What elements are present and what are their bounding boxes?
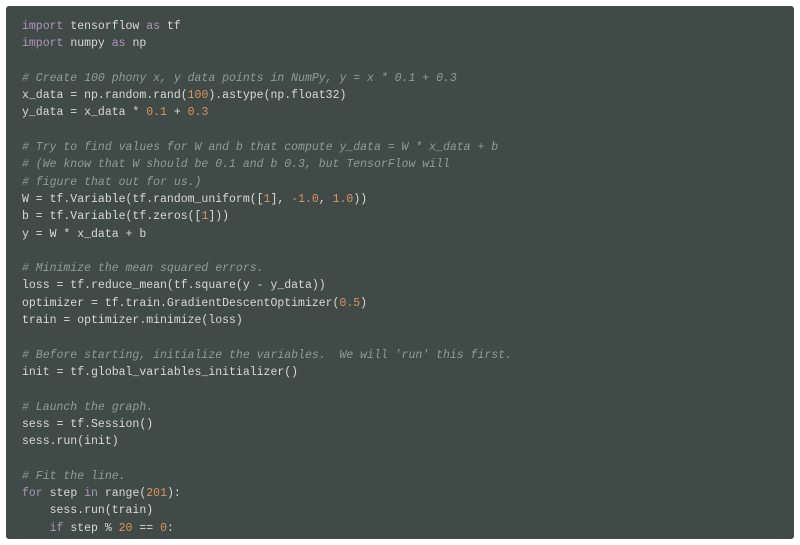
token-pn bbox=[22, 522, 50, 535]
comment: # Before starting, initialize the variab… bbox=[22, 349, 512, 362]
token-num: 201 bbox=[146, 487, 167, 500]
token-num: 0.3 bbox=[188, 106, 209, 119]
token-num: 100 bbox=[188, 89, 209, 102]
token-pn: )) bbox=[353, 193, 367, 206]
token-pn: loss = tf.reduce_mean(tf.square(y - y_da… bbox=[22, 279, 326, 292]
token-pn: np bbox=[126, 37, 147, 50]
token-kw: import bbox=[22, 20, 63, 33]
token-num: 20 bbox=[119, 522, 133, 535]
code-line: # Before starting, initialize the variab… bbox=[22, 347, 778, 364]
code-line bbox=[22, 450, 778, 467]
code-line: optimizer = tf.train.GradientDescentOpti… bbox=[22, 295, 778, 312]
code-line: # Minimize the mean squared errors. bbox=[22, 260, 778, 277]
token-pn: init = tf.global_variables_initializer() bbox=[22, 366, 298, 379]
code-line: # Fit the line. bbox=[22, 468, 778, 485]
token-pn: ])) bbox=[208, 210, 229, 223]
code-line bbox=[22, 381, 778, 398]
token-pn: : bbox=[167, 522, 174, 535]
code-line: y = W * x_data + b bbox=[22, 226, 778, 243]
code-line: if step % 20 == 0: bbox=[22, 520, 778, 537]
token-num: 0 bbox=[160, 522, 167, 535]
code-line bbox=[22, 329, 778, 346]
code-line: import tensorflow as tf bbox=[22, 18, 778, 35]
token-pn: y = W * x_data + b bbox=[22, 228, 146, 241]
code-block: import tensorflow as tfimport numpy as n… bbox=[6, 6, 794, 539]
token-pn: W = tf.Variable(tf.random_uniform([ bbox=[22, 193, 264, 206]
token-pn: ) bbox=[360, 297, 367, 310]
token-pn: + bbox=[167, 106, 188, 119]
token-pn: tensorflow bbox=[63, 20, 146, 33]
token-pn: ): bbox=[167, 487, 181, 500]
code-line: # Try to find values for W and b that co… bbox=[22, 139, 778, 156]
comment: # Launch the graph. bbox=[22, 401, 153, 414]
code-line: train = optimizer.minimize(loss) bbox=[22, 312, 778, 329]
code-line: sess.run(init) bbox=[22, 433, 778, 450]
token-kw: as bbox=[146, 20, 160, 33]
code-line: print(step, sess.run(W), sess.run(b)) bbox=[22, 537, 778, 539]
code-line: sess = tf.Session() bbox=[22, 416, 778, 433]
comment: # figure that out for us.) bbox=[22, 176, 201, 189]
comment: # Try to find values for W and b that co… bbox=[22, 141, 498, 154]
code-line bbox=[22, 53, 778, 70]
token-num: 0.1 bbox=[146, 106, 167, 119]
token-pn: x_data = np.random.rand( bbox=[22, 89, 188, 102]
code-line: for step in range(201): bbox=[22, 485, 778, 502]
token-kw: in bbox=[84, 487, 98, 500]
token-kw: for bbox=[22, 487, 43, 500]
code-line: init = tf.global_variables_initializer() bbox=[22, 364, 778, 381]
token-num: 1.0 bbox=[333, 193, 354, 206]
token-pn: train = optimizer.minimize(loss) bbox=[22, 314, 243, 327]
code-line: b = tf.Variable(tf.zeros([1])) bbox=[22, 208, 778, 225]
token-pn: sess.run(init) bbox=[22, 435, 119, 448]
token-pn: numpy bbox=[63, 37, 111, 50]
code-line: loss = tf.reduce_mean(tf.square(y - y_da… bbox=[22, 277, 778, 294]
token-pn: ], bbox=[270, 193, 291, 206]
token-pn: step % bbox=[63, 522, 118, 535]
token-pn: == bbox=[132, 522, 160, 535]
token-pn: sess.run(train) bbox=[22, 504, 153, 517]
comment: # (We know that W should be 0.1 and b 0.… bbox=[22, 158, 450, 171]
code-line: # (We know that W should be 0.1 and b 0.… bbox=[22, 156, 778, 173]
comment: # Fit the line. bbox=[22, 470, 126, 483]
token-num: -1.0 bbox=[291, 193, 319, 206]
token-num: 0.5 bbox=[339, 297, 360, 310]
token-kw: if bbox=[50, 522, 64, 535]
code-line: x_data = np.random.rand(100).astype(np.f… bbox=[22, 87, 778, 104]
token-pn: ).astype(np.float32) bbox=[208, 89, 346, 102]
code-line: # Launch the graph. bbox=[22, 399, 778, 416]
token-pn: sess = tf.Session() bbox=[22, 418, 153, 431]
token-pn: optimizer = tf.train.GradientDescentOpti… bbox=[22, 297, 339, 310]
code-line bbox=[22, 243, 778, 260]
code-line: # figure that out for us.) bbox=[22, 174, 778, 191]
token-pn: b = tf.Variable(tf.zeros([ bbox=[22, 210, 201, 223]
token-pn: step bbox=[43, 487, 84, 500]
comment: # Create 100 phony x, y data points in N… bbox=[22, 72, 457, 85]
token-kw: import bbox=[22, 37, 63, 50]
code-line: sess.run(train) bbox=[22, 502, 778, 519]
code-line: W = tf.Variable(tf.random_uniform([1], -… bbox=[22, 191, 778, 208]
token-pn: range( bbox=[98, 487, 146, 500]
token-pn: y_data = x_data * bbox=[22, 106, 146, 119]
code-line bbox=[22, 122, 778, 139]
token-kw: as bbox=[112, 37, 126, 50]
code-line: y_data = x_data * 0.1 + 0.3 bbox=[22, 104, 778, 121]
token-pn: , bbox=[319, 193, 333, 206]
comment: # Minimize the mean squared errors. bbox=[22, 262, 264, 275]
token-pn: tf bbox=[160, 20, 181, 33]
code-line: import numpy as np bbox=[22, 35, 778, 52]
code-line: # Create 100 phony x, y data points in N… bbox=[22, 70, 778, 87]
